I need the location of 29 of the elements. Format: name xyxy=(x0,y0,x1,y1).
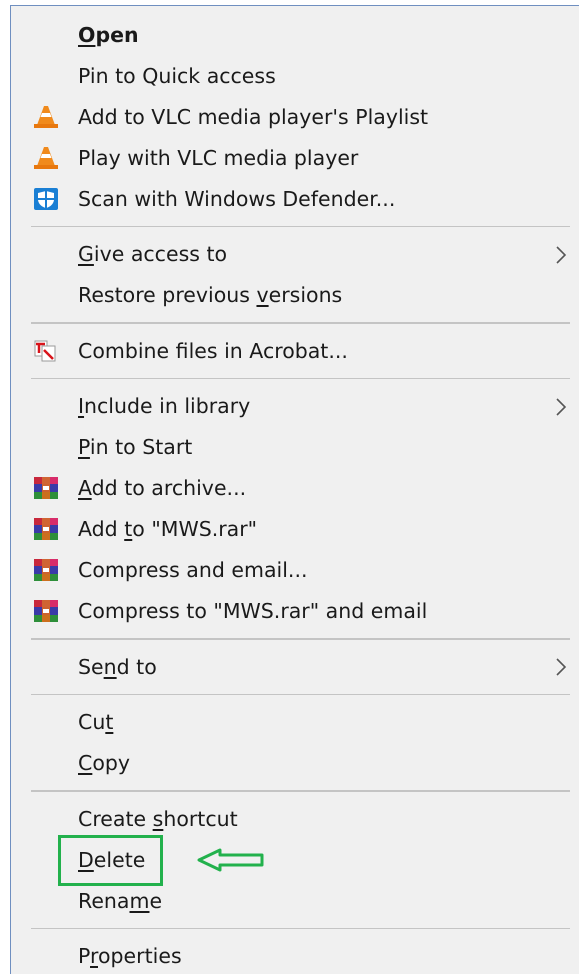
cone-icon xyxy=(33,104,59,128)
menu-item[interactable]: Add to archive... xyxy=(11,468,579,508)
books-icon xyxy=(33,476,59,500)
menu-item[interactable]: Pin to Quick access xyxy=(11,55,579,96)
menu-item[interactable]: Give access to xyxy=(11,234,579,274)
pointer-arrow xyxy=(196,848,266,872)
menu-item[interactable]: Play with VLC media player xyxy=(11,137,579,178)
menu-item[interactable]: Pin to Start xyxy=(11,426,579,468)
menu-item[interactable]: Add to VLC media player's Playlist xyxy=(11,96,579,137)
menu-item[interactable]: Combine files in Acrobat... xyxy=(11,330,579,371)
menu-item[interactable]: Properties xyxy=(11,936,579,974)
shield-icon xyxy=(33,186,59,210)
menu-item[interactable]: Add to "MWS.rar" xyxy=(11,508,579,550)
menu-item[interactable]: Rename xyxy=(11,880,579,921)
menu-item[interactable]: Scan with Windows Defender... xyxy=(11,178,579,219)
menu-item[interactable]: Include in library xyxy=(11,386,579,426)
menu-item[interactable]: Create shortcut xyxy=(11,798,579,839)
menu-item[interactable]: Copy xyxy=(11,742,579,784)
menu-item[interactable]: Delete xyxy=(11,839,579,880)
menu-item[interactable]: Compress and email... xyxy=(11,550,579,590)
books-icon xyxy=(33,558,59,582)
menu-item[interactable]: Send to xyxy=(11,646,579,687)
cone-icon xyxy=(33,146,59,170)
menu-item[interactable]: Cut xyxy=(11,702,579,742)
menu-item[interactable]: Restore previous versions xyxy=(11,274,579,316)
menu-item[interactable]: Open xyxy=(11,14,579,55)
books-icon xyxy=(33,517,59,541)
menu-item[interactable]: Compress to "MWS.rar" and email xyxy=(11,590,579,632)
books-icon xyxy=(33,599,59,623)
